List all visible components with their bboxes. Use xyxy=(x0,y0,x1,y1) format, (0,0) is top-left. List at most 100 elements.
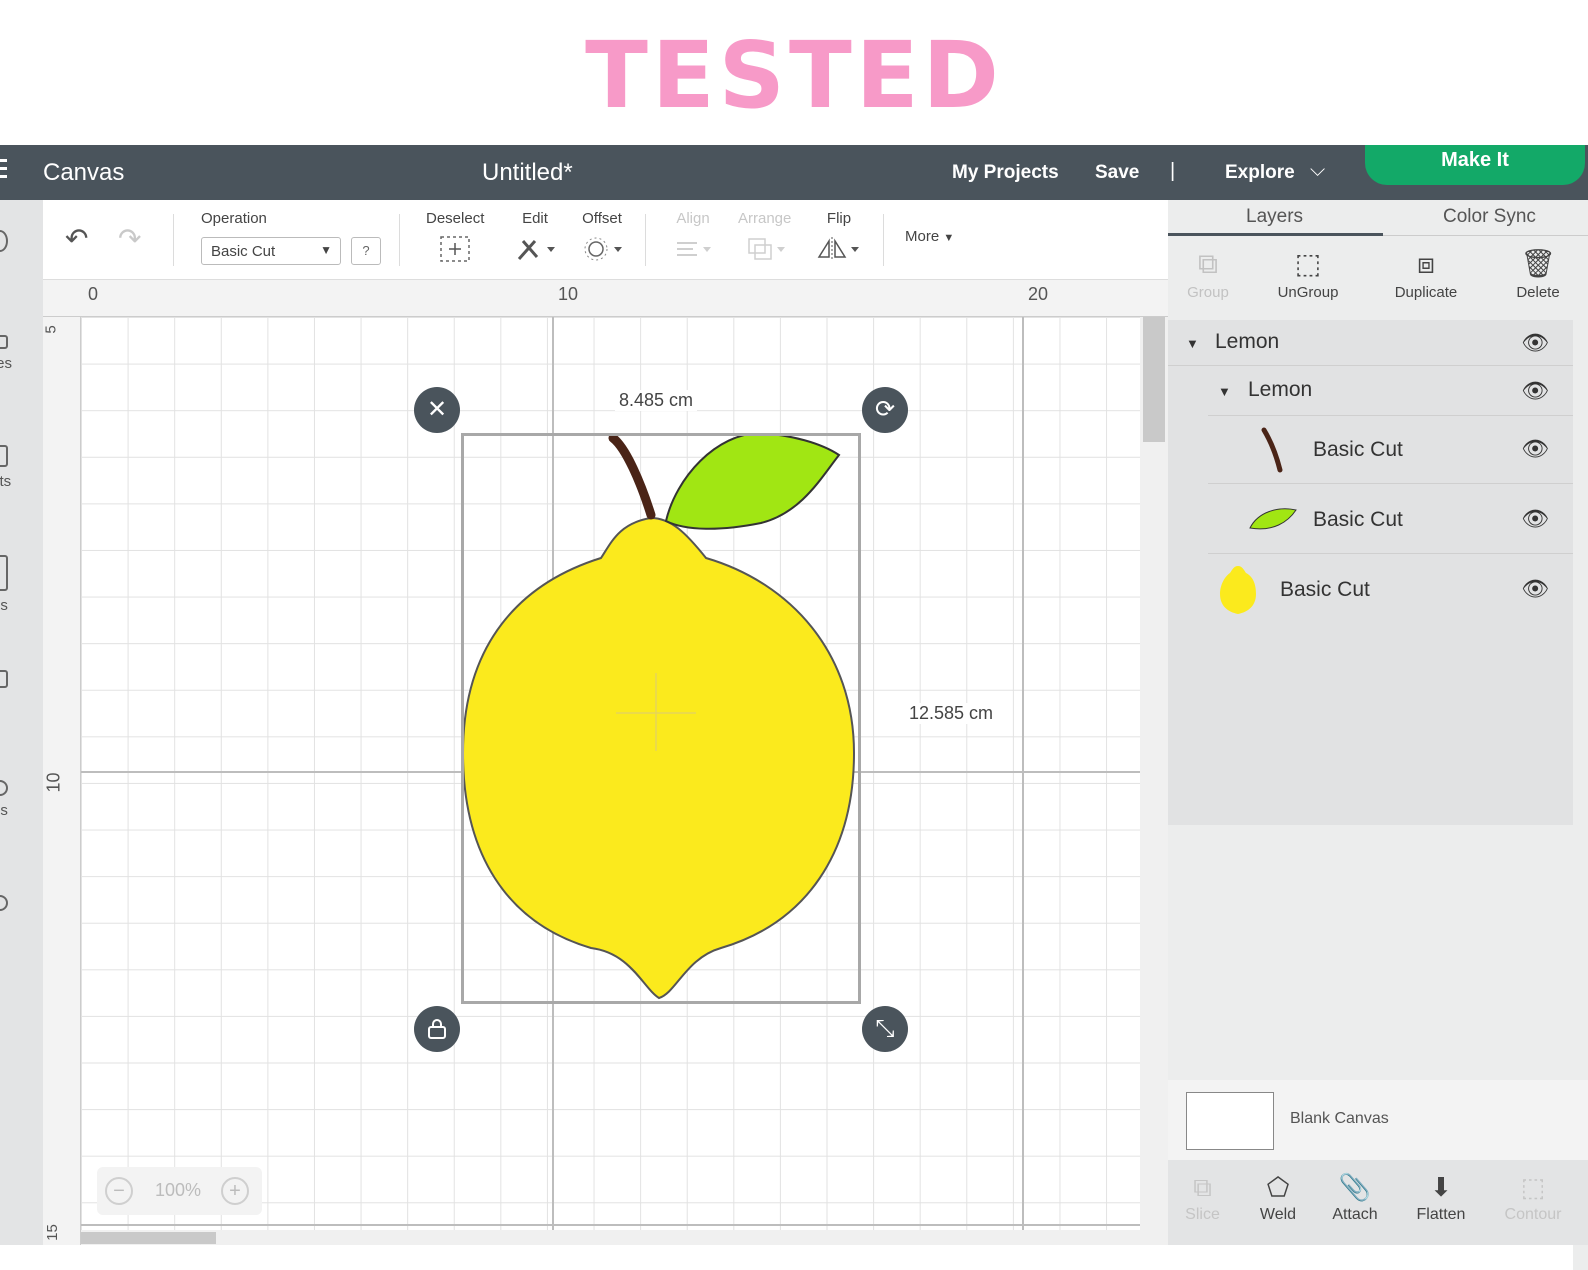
align-button[interactable]: Align xyxy=(671,210,715,267)
zoom-out-button[interactable]: − xyxy=(105,1177,133,1205)
visibility-eye-icon[interactable]: 👁 xyxy=(1521,436,1549,462)
sidebar-item-upload[interactable]: d xyxy=(0,895,42,934)
my-projects-link[interactable]: My Projects xyxy=(952,162,1059,184)
redo-icon[interactable]: ↷ xyxy=(118,222,141,255)
ruler-top-label: 0 xyxy=(88,284,99,304)
layer-name: Lemon xyxy=(1248,378,1313,401)
sidebar-item-images[interactable]: es xyxy=(0,555,42,614)
operation-help-button[interactable]: ? xyxy=(351,237,381,265)
slice-button[interactable]: ⧉ Slice xyxy=(1180,1168,1225,1224)
resize-icon[interactable]: ⤡ xyxy=(862,1006,908,1052)
make-it-button[interactable]: Make It xyxy=(1365,145,1585,185)
weld-button[interactable]: ⬠ Weld xyxy=(1248,1168,1308,1224)
chevron-down-icon[interactable]: ⌵ xyxy=(1310,159,1325,182)
delete-label: Delete xyxy=(1516,284,1560,301)
selection-bounding-box[interactable] xyxy=(461,433,861,1004)
align-label: Align xyxy=(676,210,710,227)
duplicate-button[interactable]: ⧈ Duplicate xyxy=(1386,244,1466,301)
deselect-button[interactable]: Deselect xyxy=(426,210,484,267)
visibility-eye-icon[interactable]: 👁 xyxy=(1521,330,1549,356)
app-root: TESTED Canvas Untitled* My Projects Save… xyxy=(0,0,1588,1270)
ruler-top-label: 10 xyxy=(558,284,579,304)
stem-thumbnail xyxy=(1261,427,1283,473)
canvas-horizontal-scrollbar[interactable] xyxy=(81,1230,1140,1245)
flatten-icon: ⬇ xyxy=(1430,1172,1452,1202)
sidebar-item-projects[interactable]: cts xyxy=(0,445,42,490)
sidebar-item-new[interactable] xyxy=(0,230,42,258)
canvas-color-swatch[interactable] xyxy=(1186,1092,1274,1150)
caret-down-icon: ▼ xyxy=(320,243,332,257)
arrange-button[interactable]: Arrange xyxy=(738,210,791,267)
scrollbar-thumb[interactable] xyxy=(81,1232,216,1244)
contour-button[interactable]: ⬚ Contour xyxy=(1498,1168,1568,1224)
more-button[interactable]: More ▼ xyxy=(905,228,954,245)
flip-button[interactable]: Flip xyxy=(815,210,863,267)
operation-select[interactable]: Basic Cut ▼ xyxy=(201,237,341,265)
ruler-top: 0 10 20 xyxy=(43,280,1168,317)
grid-major-line xyxy=(1022,317,1024,1245)
layer-row-lemon-body[interactable]: Basic Cut 👁 xyxy=(1168,554,1573,626)
layer-name: Basic Cut xyxy=(1313,438,1403,461)
document-title[interactable]: Untitled* xyxy=(482,159,573,187)
panel-tabs: Layers Color Sync xyxy=(1168,200,1588,236)
bottom-layer-actions: ⧉ Slice ⬠ Weld 📎 Attach ⬇ Flatten ⬚ Cont… xyxy=(1168,1160,1588,1245)
toolbar-divider xyxy=(399,214,400,266)
tab-color-sync[interactable]: Color Sync xyxy=(1443,206,1536,228)
weld-label: Weld xyxy=(1259,1206,1297,1223)
edit-button[interactable]: Edit xyxy=(513,210,557,267)
scrollbar-thumb[interactable] xyxy=(1143,317,1165,442)
operation-label: Operation xyxy=(201,210,267,227)
undo-icon[interactable]: ↶ xyxy=(65,222,88,255)
ungroup-button[interactable]: ⬚ UnGroup xyxy=(1268,244,1348,301)
layer-group-lemon[interactable]: ▼ Lemon 👁 xyxy=(1168,320,1573,366)
projects-icon xyxy=(0,445,8,467)
rotate-icon[interactable]: ⟳ xyxy=(862,387,908,433)
height-label: 12.585 cm xyxy=(905,703,998,724)
flip-icon xyxy=(817,237,859,261)
menu-icon[interactable] xyxy=(0,159,8,185)
save-button[interactable]: Save xyxy=(1095,162,1139,184)
banner-title: TESTED xyxy=(585,22,1003,129)
blank-canvas-row[interactable]: Blank Canvas xyxy=(1168,1080,1588,1160)
upload-icon xyxy=(0,895,8,911)
sidebar-item-shapes[interactable]: es xyxy=(0,780,42,819)
edit-label: Edit xyxy=(522,210,548,227)
new-icon xyxy=(0,230,8,252)
group-button[interactable]: ⧉ Group xyxy=(1178,244,1238,301)
deselect-icon xyxy=(440,236,470,262)
layer-row-leaf[interactable]: Basic Cut 👁 xyxy=(1208,484,1573,554)
banner: TESTED xyxy=(0,0,1588,145)
flatten-button[interactable]: ⬇ Flatten xyxy=(1406,1168,1476,1224)
zoom-in-button[interactable]: + xyxy=(221,1177,249,1205)
sidebar-item-text[interactable] xyxy=(0,670,42,694)
collapse-icon[interactable]: ▼ xyxy=(1218,384,1231,399)
layer-group-lemon[interactable]: ▼ Lemon 👁 xyxy=(1208,366,1573,416)
edit-toolbar: ↶ ↷ Operation Basic Cut ▼ ? Deselect Edi… xyxy=(43,200,1168,280)
sidebar-item-templates[interactable]: tes xyxy=(0,335,42,372)
visibility-eye-icon[interactable]: 👁 xyxy=(1521,378,1549,404)
layer-row-stem[interactable]: Basic Cut 👁 xyxy=(1208,416,1573,484)
visibility-eye-icon[interactable]: 👁 xyxy=(1521,506,1549,532)
visibility-eye-icon[interactable]: 👁 xyxy=(1521,576,1549,602)
tab-layers[interactable]: Layers xyxy=(1246,206,1303,228)
collapse-icon[interactable]: ▼ xyxy=(1186,336,1199,351)
attach-button[interactable]: 📎 Attach xyxy=(1320,1168,1390,1224)
delete-button[interactable]: 🗑 Delete xyxy=(1503,244,1573,301)
close-icon[interactable]: ✕ xyxy=(414,387,460,433)
group-label: Group xyxy=(1187,284,1229,301)
lock-icon[interactable] xyxy=(414,1006,460,1052)
templates-icon xyxy=(0,335,8,349)
zoom-control: − 100% + xyxy=(97,1167,262,1215)
blank-canvas-label: Blank Canvas xyxy=(1290,1110,1389,1127)
offset-icon xyxy=(584,237,622,261)
ungroup-label: UnGroup xyxy=(1277,284,1339,301)
contour-icon: ⬚ xyxy=(1520,1172,1546,1202)
explore-menu[interactable]: Explore xyxy=(1225,162,1295,184)
shapes-icon xyxy=(0,780,8,796)
offset-button[interactable]: Offset xyxy=(578,210,626,267)
canvas-vertical-scrollbar[interactable] xyxy=(1140,317,1168,1245)
text-icon xyxy=(0,670,8,688)
weld-icon: ⬠ xyxy=(1266,1172,1290,1202)
ruler-top-label: 20 xyxy=(1028,284,1049,304)
sidebar-item-label: tes xyxy=(0,355,13,372)
